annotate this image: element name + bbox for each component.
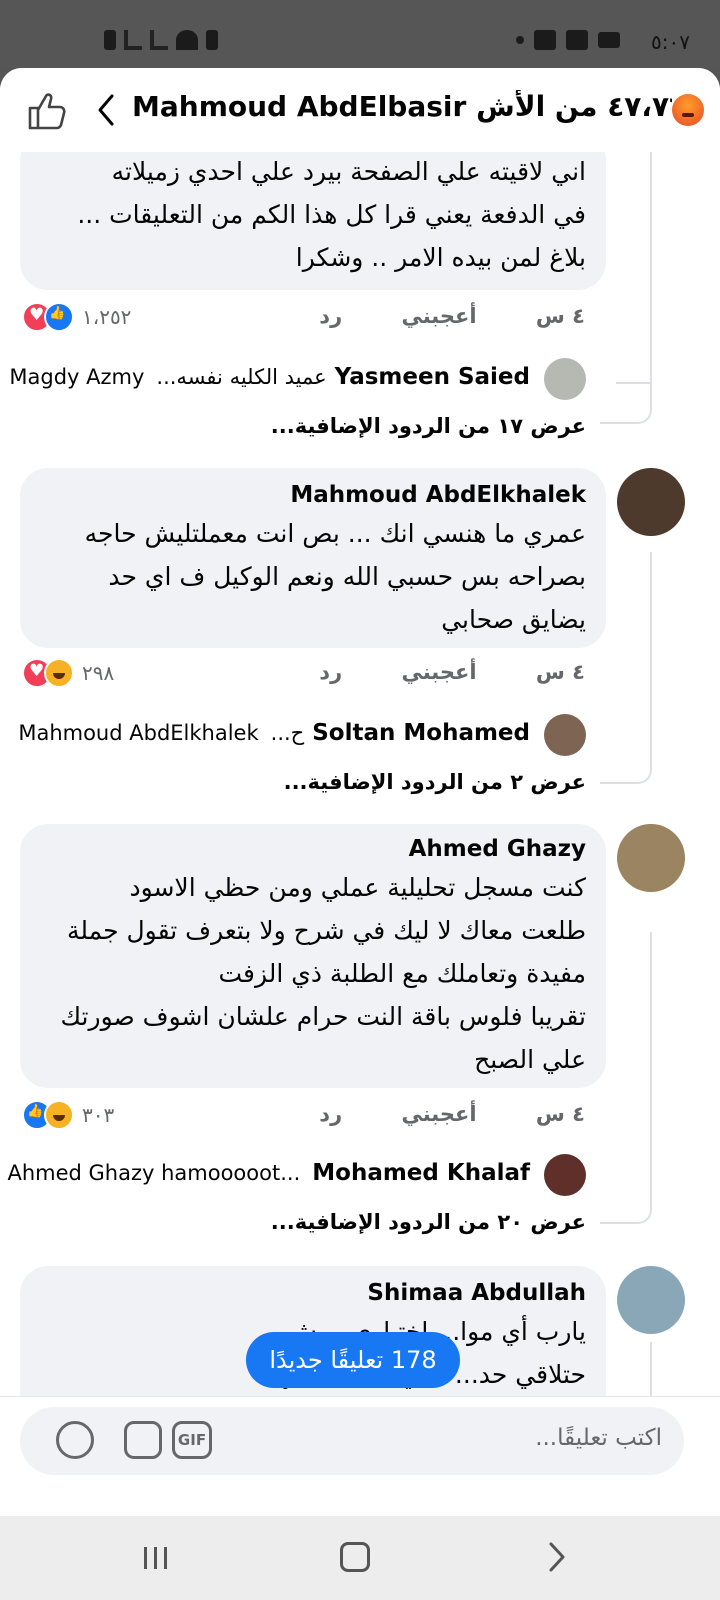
latest-reply[interactable]: Soltan Mohamed ح... Mahmoud AbdElkhalek — [18, 720, 530, 746]
comment-line: طلعت معاك لا ليك في شرح ولا بتعرف تقول ج… — [66, 916, 586, 945]
comment-input-placeholder: اكتب تعليقًا... — [535, 1425, 662, 1451]
reaction-summary[interactable]: ٢٩٨ — [22, 658, 114, 688]
back-arrow-icon[interactable] — [92, 90, 122, 130]
comment-line: علي الصبح — [474, 1045, 586, 1074]
haha-reaction-icon — [44, 1100, 74, 1130]
view-more-replies[interactable]: عرض ٢٠ من الردود الإضافية... — [271, 1210, 586, 1234]
comment-line: بصراحه بس حسبي الله ونعم الوكيل ف اي حد — [108, 562, 586, 591]
comment-bubble[interactable]: Ahmed Ghazy كنت مسجل تحليلية عملي ومن حظ… — [20, 824, 606, 1088]
comment-line: بلاغ لمن بيده الامر .. وشكرا — [295, 243, 586, 272]
signal-icon — [124, 30, 142, 50]
like-link[interactable]: أعجبني — [401, 660, 476, 684]
facebook-icon — [534, 30, 556, 50]
comment-bubble[interactable]: اني لاقيته علي الصفحة بيرد علي احدي زميل… — [20, 152, 606, 290]
comment-actions: ٤ س أعجبني رد — [267, 1102, 585, 1126]
comment-actions: ٤ س أعجبني رد — [267, 660, 585, 684]
comment-input[interactable]: GIF اكتب تعليقًا... — [20, 1407, 684, 1475]
reaction-count: ١،٢٥٢ — [82, 305, 132, 329]
comment-line: اني لاقيته علي الصفحة بيرد علي احدي زميل… — [111, 157, 586, 186]
comment-line: كنت مسجل تحليلية عملي ومن حظي الاسود — [129, 873, 586, 902]
like-link[interactable]: أعجبني — [401, 304, 476, 328]
avatar[interactable] — [617, 1266, 685, 1334]
like-link[interactable]: أعجبني — [401, 1102, 476, 1126]
reply-mention: Mahmoud AbdElkhalek — [18, 721, 259, 745]
thread-line — [600, 1342, 652, 1396]
new-comments-button[interactable]: 178 تعليقًا جديدًا — [246, 1332, 460, 1388]
thread-line — [600, 552, 652, 784]
thumbs-up-icon[interactable] — [24, 88, 68, 132]
bluetooth-icon — [206, 30, 218, 50]
reaction-summary[interactable]: ١،٢٥٢ — [22, 302, 131, 332]
comments-header: Mahmoud AbdElbasir و٤٧،٧٦٨ من الأش... — [0, 68, 720, 153]
avatar[interactable] — [544, 714, 586, 756]
avatar[interactable] — [544, 1154, 586, 1196]
reply-link[interactable]: رد — [319, 1102, 342, 1126]
comment-author[interactable]: Mahmoud AbdElkhalek — [20, 478, 586, 512]
reply-mention: Magdy Azmy — [9, 365, 145, 389]
comment-author[interactable]: Shimaa Abdullah — [20, 1276, 586, 1310]
view-more-replies[interactable]: عرض ١٧ من الردود الإضافية... — [271, 414, 586, 438]
reaction-count: ٢٩٨ — [82, 661, 115, 685]
comment-line: يضايق صحابي — [441, 605, 586, 634]
status-left-icons — [104, 30, 218, 50]
status-bar: ٥:٠٧ — [0, 0, 720, 68]
comments-sheet: Mahmoud AbdElbasir و٤٧،٧٦٨ من الأش... ان… — [0, 68, 720, 1516]
reply-author: Yasmeen Saied — [334, 364, 530, 390]
reply-text: ح... — [270, 721, 305, 745]
reaction-summary[interactable]: ٣٠٣ — [22, 1100, 114, 1130]
comment-line: في الدفعة يعني قرا كل هذا الكم من التعلي… — [77, 200, 586, 229]
avatar[interactable] — [617, 824, 685, 892]
haha-reaction-icon — [44, 658, 74, 688]
comment-line: مفيدة وتعاملك مع الطلبة ذي الزفت — [218, 959, 586, 988]
reply-author: Mohamed Khalaf — [312, 1160, 530, 1186]
reply-text: Ahmed Ghazy hamooooot... — [7, 1161, 301, 1185]
comment-time: ٤ س — [535, 304, 585, 328]
comment-line: عمري ما هنسي انك ... بص انت معملتليش حاج… — [84, 519, 586, 548]
avatar[interactable] — [617, 468, 685, 536]
signal-icon-2 — [150, 30, 168, 50]
reply-link[interactable]: رد — [319, 660, 342, 684]
nav-back-icon[interactable] — [545, 1540, 569, 1574]
reply-text: عميد الكليه نفسه... — [156, 365, 327, 389]
emoji-icon[interactable] — [56, 1421, 94, 1459]
comment-line: تقريبا فلوس باقة النت حرام علشان اشوف صو… — [60, 1002, 586, 1031]
gallery-icon — [566, 30, 588, 50]
laptop-icon — [598, 32, 620, 48]
sticker-icon[interactable] — [124, 1421, 162, 1459]
thread-line — [600, 932, 652, 1224]
latest-reply[interactable]: Yasmeen Saied عميد الكليه نفسه... Magdy … — [9, 364, 530, 390]
comment-time: ٤ س — [535, 1102, 585, 1126]
like-reaction-icon — [44, 302, 74, 332]
reply-link[interactable]: رد — [319, 304, 342, 328]
avatar[interactable] — [544, 358, 586, 400]
gif-icon[interactable]: GIF — [172, 1421, 212, 1459]
comment-author[interactable]: Ahmed Ghazy — [40, 832, 586, 866]
status-right-icons — [516, 30, 620, 50]
reply-author: Soltan Mohamed — [312, 720, 530, 746]
comment-composer: GIF اكتب تعليقًا... — [0, 1396, 720, 1516]
thread-branch — [616, 372, 650, 384]
latest-reply[interactable]: Mohamed Khalaf Ahmed Ghazy hamooooot... — [7, 1160, 530, 1186]
view-more-replies[interactable]: عرض ٢ من الردود الإضافية... — [284, 770, 586, 794]
recents-icon[interactable] — [142, 1544, 170, 1572]
angry-emoji-icon — [672, 94, 704, 126]
system-nav-bar — [0, 1516, 720, 1600]
reaction-count: ٣٠٣ — [82, 1103, 115, 1127]
wifi-icon — [176, 30, 198, 50]
post-reactors-title[interactable]: Mahmoud AbdElbasir و٤٧،٧٦٨ من الأش... — [132, 90, 672, 123]
comment-bubble[interactable]: Mahmoud AbdElkhalek عمري ما هنسي انك ...… — [20, 468, 606, 648]
home-icon[interactable] — [340, 1542, 370, 1572]
comment-actions: ٤ س أعجبني رد — [267, 304, 585, 328]
clock: ٥:٠٧ — [651, 30, 690, 54]
comments-feed[interactable]: اني لاقيته علي الصفحة بيرد علي احدي زميل… — [0, 152, 720, 1396]
battery-icon — [104, 30, 116, 50]
comment-time: ٤ س — [535, 660, 585, 684]
notification-dot-icon — [516, 36, 524, 44]
